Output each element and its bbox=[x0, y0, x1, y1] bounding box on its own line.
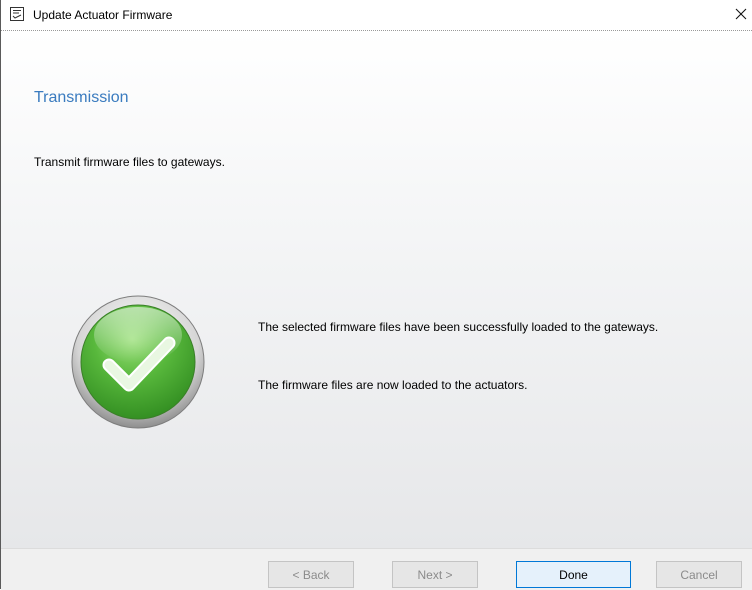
success-message: The selected firmware files have been su… bbox=[258, 320, 659, 334]
title-bar[interactable]: Update Actuator Firmware bbox=[1, 0, 752, 31]
success-checkmark-icon bbox=[69, 293, 207, 431]
cancel-button[interactable]: Cancel bbox=[656, 561, 742, 588]
done-button[interactable]: Done bbox=[516, 561, 631, 588]
close-icon bbox=[735, 8, 747, 23]
wizard-content: Transmission Transmit firmware files to … bbox=[1, 31, 752, 548]
wizard-window: Update Actuator Firmware Transmission Tr… bbox=[0, 0, 752, 590]
info-message: The firmware files are now loaded to the… bbox=[258, 378, 528, 392]
window-title: Update Actuator Firmware bbox=[33, 8, 173, 22]
next-button[interactable]: Next > bbox=[392, 561, 478, 588]
wizard-list-icon bbox=[10, 7, 24, 21]
wizard-footer: < Back Next > Done Cancel bbox=[1, 548, 752, 590]
page-description: Transmit firmware files to gateways. bbox=[34, 155, 225, 169]
page-title: Transmission bbox=[34, 89, 129, 106]
back-button[interactable]: < Back bbox=[268, 561, 354, 588]
close-button[interactable] bbox=[729, 0, 752, 30]
